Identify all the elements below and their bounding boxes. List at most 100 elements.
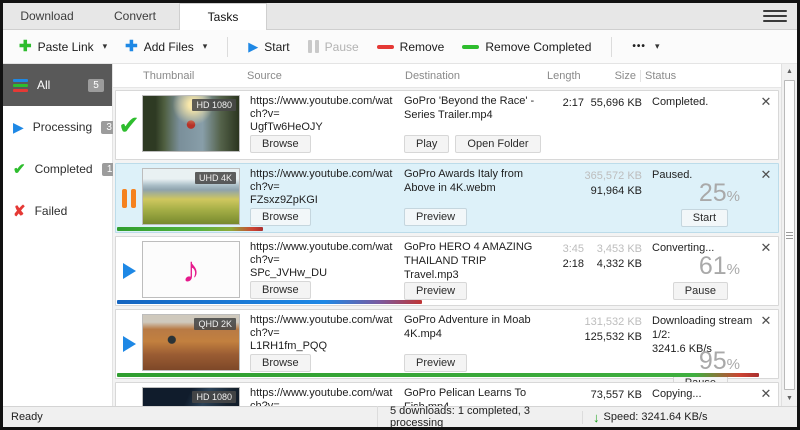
video-thumbnail[interactable]: UHD 4K <box>142 168 240 225</box>
header-thumbnail: Thumbnail <box>139 70 243 82</box>
progress-percent: 61% <box>699 254 740 279</box>
pause-button[interactable]: Pause <box>302 36 365 58</box>
browse-button[interactable]: Browse <box>250 281 311 299</box>
length-cell <box>546 164 584 232</box>
progress-bar <box>117 373 759 377</box>
sidebar-item-label: Processing <box>33 120 92 134</box>
sidebar-item-processing[interactable]: ▶ Processing 3 <box>3 106 112 148</box>
browse-button[interactable]: Browse <box>250 135 311 153</box>
browse-button[interactable]: Browse <box>250 354 311 372</box>
header-length: Length <box>543 70 581 82</box>
vertical-scrollbar[interactable]: ▲ ▼ <box>781 64 797 406</box>
play-icon: ▶ <box>248 40 258 53</box>
status-ready: Ready <box>3 411 377 423</box>
progress-bar <box>117 300 422 304</box>
pause-task-button[interactable]: Pause <box>673 282 728 300</box>
remove-button[interactable]: Remove <box>371 36 451 58</box>
close-icon[interactable]: ✕ <box>761 240 772 255</box>
close-icon[interactable]: ✕ <box>761 386 772 401</box>
length-cell <box>546 383 584 406</box>
remove-icon <box>377 45 394 49</box>
preview-button[interactable]: Preview <box>404 282 467 300</box>
paste-link-label: Paste Link <box>38 40 94 54</box>
source-url: https://www.youtube.com/watch?v=L1RH1fm_… <box>250 314 396 354</box>
progress-percent: 95% <box>699 349 740 374</box>
add-files-button[interactable]: ✚ Add Files ▾ <box>119 35 213 58</box>
sidebar-item-label: Failed <box>35 204 68 218</box>
pause-icon <box>308 40 319 53</box>
scroll-down-icon[interactable]: ▼ <box>782 391 797 406</box>
audio-thumbnail[interactable]: ♪ <box>142 241 240 298</box>
destination-file: GoPro Adventure in Moab 4K.mp4 <box>404 314 538 342</box>
all-tasks-icon <box>13 79 28 92</box>
quality-badge: UHD 4K <box>195 172 236 184</box>
sidebar-item-completed[interactable]: ✔ Completed 1 <box>3 148 112 190</box>
close-icon[interactable]: ✕ <box>761 313 772 328</box>
close-icon[interactable]: ✕ <box>761 94 772 109</box>
play-button[interactable]: Play <box>404 135 449 153</box>
destination-file: GoPro 'Beyond the Race' - Series Trailer… <box>404 95 538 123</box>
chevron-down-icon: ▾ <box>655 41 660 52</box>
remove-completed-label: Remove Completed <box>485 40 591 54</box>
browse-button[interactable]: Browse <box>250 208 311 226</box>
length-cell: 2:17 <box>546 91 584 159</box>
status-bar: Ready 5 downloads: 1 completed, 3 proces… <box>3 406 797 427</box>
tab-tasks[interactable]: Tasks <box>179 3 267 30</box>
paste-link-button[interactable]: ✚ Paste Link ▾ <box>13 35 113 58</box>
paused-icon <box>122 189 136 208</box>
status-speed: ↓ Speed: 3241.64 KB/s <box>582 411 797 424</box>
quality-badge: QHD 2K <box>194 318 236 330</box>
processing-play-icon <box>123 336 136 352</box>
close-icon[interactable]: ✕ <box>761 167 772 182</box>
progress-bar <box>117 227 263 231</box>
destination-file: GoPro Pelican Learns To Fish.mp4 <box>404 387 538 406</box>
task-row[interactable]: QHD 2K https://www.youtube.com/watch?v=L… <box>115 309 779 379</box>
open-folder-button[interactable]: Open Folder <box>455 135 540 153</box>
remove-completed-icon <box>462 45 479 49</box>
play-icon: ▶ <box>13 120 24 134</box>
menu-hamburger-icon[interactable] <box>763 10 787 22</box>
start-button[interactable]: ▶ Start <box>242 36 295 58</box>
destination-file: GoPro Awards Italy from Above in 4K.webm <box>404 168 538 196</box>
length-cell: 3:45 2:18 <box>546 237 584 305</box>
chevron-down-icon[interactable]: ▾ <box>103 41 108 52</box>
chevron-down-icon[interactable]: ▾ <box>203 41 208 52</box>
video-thumbnail[interactable]: HD 1080 <box>142 95 240 152</box>
app-window: Download Convert Tasks ✚ Paste Link ▾ ✚ … <box>0 0 800 430</box>
start-task-button[interactable]: Start <box>681 209 728 227</box>
sidebar-item-failed[interactable]: ✘ Failed <box>3 190 112 232</box>
scroll-up-icon[interactable]: ▲ <box>782 64 797 79</box>
count-badge: 5 <box>88 79 104 92</box>
size-cell: 3,453 KB 4,332 KB <box>584 237 644 305</box>
source-url: https://www.youtube.com/watch?v=puT0mOWU… <box>250 387 396 406</box>
status-text: Downloading stream 1/2: <box>652 315 754 343</box>
status-text: Copying... <box>652 388 754 402</box>
content-area: All 5 ▶ Processing 3 ✔ Completed 1 ✘ Fai… <box>3 64 797 406</box>
video-thumbnail[interactable]: HD 1080 <box>142 387 240 406</box>
more-options-button[interactable]: ••• ▾ <box>626 37 665 56</box>
sidebar-item-all[interactable]: All 5 <box>3 64 112 106</box>
header-destination: Destination <box>401 70 543 82</box>
source-url: https://www.youtube.com/watch?v=SPc_JVHw… <box>250 241 396 281</box>
remove-completed-button[interactable]: Remove Completed <box>456 36 597 58</box>
task-row[interactable]: ✔ HD 1080 https://www.youtube.com/watch?… <box>115 90 779 160</box>
task-row[interactable]: HD 1080 https://www.youtube.com/watch?v=… <box>115 382 779 406</box>
tab-convert[interactable]: Convert <box>91 3 179 29</box>
task-row[interactable]: ♪ https://www.youtube.com/watch?v=SPc_JV… <box>115 236 779 306</box>
remove-label: Remove <box>400 40 445 54</box>
pause-label: Pause <box>325 40 359 54</box>
completed-check-icon: ✔ <box>118 112 140 138</box>
task-row[interactable]: UHD 4K https://www.youtube.com/watch?v=F… <box>115 163 779 233</box>
tab-download[interactable]: Download <box>3 3 91 29</box>
preview-button[interactable]: Preview <box>404 208 467 226</box>
preview-button[interactable]: Preview <box>404 354 467 372</box>
header-status: Status <box>641 70 781 82</box>
plus-icon: ✚ <box>19 39 32 54</box>
progress-percent: 25% <box>699 181 740 206</box>
table-header: Thumbnail Source Destination Length Size… <box>113 64 781 88</box>
scrollbar-thumb[interactable] <box>784 80 795 390</box>
size-cell: 73,557 KB <box>584 383 644 406</box>
video-thumbnail[interactable]: QHD 2K <box>142 314 240 371</box>
size-cell: 131,532 KB 125,532 KB <box>584 310 644 378</box>
plus-icon: ✚ <box>125 39 138 54</box>
